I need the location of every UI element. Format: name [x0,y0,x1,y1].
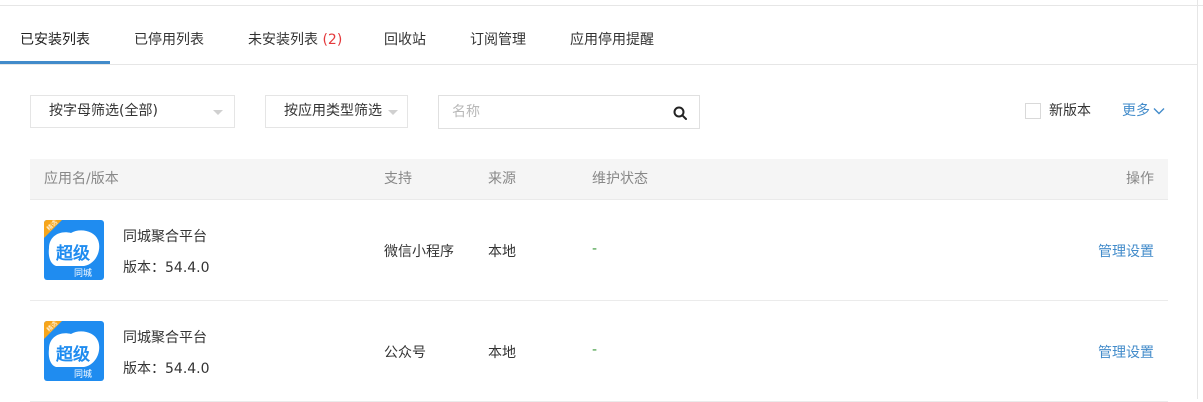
source-cell: 本地 [488,244,516,260]
chevron-down-icon [388,110,398,115]
app-version: 版本：54.4.0 [123,260,210,276]
tab-recycle-bin[interactable]: 回收站 [384,16,426,64]
letter-filter-select[interactable]: 按字母筛选(全部) [30,95,235,128]
right-border [1197,0,1198,399]
app-icon: 精选 超级 同城 [44,321,104,381]
search-icon[interactable] [673,106,687,120]
search-box [438,95,700,129]
tab-installed[interactable]: 已安装列表 [20,16,90,64]
tab-disable-reminder[interactable]: 应用停用提醒 [570,16,654,64]
status-cell: - [592,342,598,358]
tab-not-installed[interactable]: 未安装列表 (2) [248,16,342,64]
tab-disabled[interactable]: 已停用列表 [134,16,204,64]
table-row: 精选 超级 同城 同城聚合平台 版本：54.4.0 微信小程序 本地 - 管理设… [30,200,1168,301]
header-source: 来源 [488,171,516,187]
chevron-down-icon [213,110,223,115]
header-status: 维护状态 [592,171,648,187]
new-version-checkbox[interactable] [1025,103,1041,119]
letter-filter-label: 按字母筛选(全部) [49,103,158,119]
manage-settings-link[interactable]: 管理设置 [1098,241,1154,261]
app-icon: 精选 超级 同城 [44,220,104,280]
source-cell: 本地 [488,345,516,361]
svg-text:同城: 同城 [74,369,92,380]
header-action: 操作 [1126,171,1154,187]
new-version-label: 新版本 [1049,103,1091,119]
manage-settings-link[interactable]: 管理设置 [1098,342,1154,362]
table-header: 应用名/版本 支持 来源 维护状态 操作 [30,159,1168,200]
more-label: 更多 [1122,103,1150,119]
header-support: 支持 [384,171,412,187]
app-version: 版本：54.4.0 [123,361,210,377]
search-input[interactable] [439,96,672,128]
svg-text:超级: 超级 [56,344,90,365]
type-filter-select[interactable]: 按应用类型筛选 [265,95,408,128]
status-cell: - [592,241,598,257]
support-cell: 微信小程序 [384,244,454,260]
table-row: 精选 超级 同城 同城聚合平台 版本：54.4.0 公众号 本地 - 管理设置 [30,301,1168,402]
svg-text:超级: 超级 [56,243,90,264]
top-border [0,0,1203,6]
tab-bar: 已安装列表 已停用列表 未安装列表 (2) 回收站 订阅管理 应用停用提醒 [0,16,1197,65]
header-name: 应用名/版本 [44,171,119,187]
svg-text:同城: 同城 [74,268,92,279]
support-cell: 公众号 [384,345,426,361]
active-tab-indicator [0,61,110,64]
app-name: 同城聚合平台 [123,229,207,245]
tab-subscription[interactable]: 订阅管理 [470,16,526,64]
chevron-down-icon [1153,108,1165,115]
type-filter-label: 按应用类型筛选 [284,103,382,119]
app-name: 同城聚合平台 [123,330,207,346]
more-button[interactable]: 更多 [1122,102,1165,120]
not-installed-count: (2) [322,32,343,48]
